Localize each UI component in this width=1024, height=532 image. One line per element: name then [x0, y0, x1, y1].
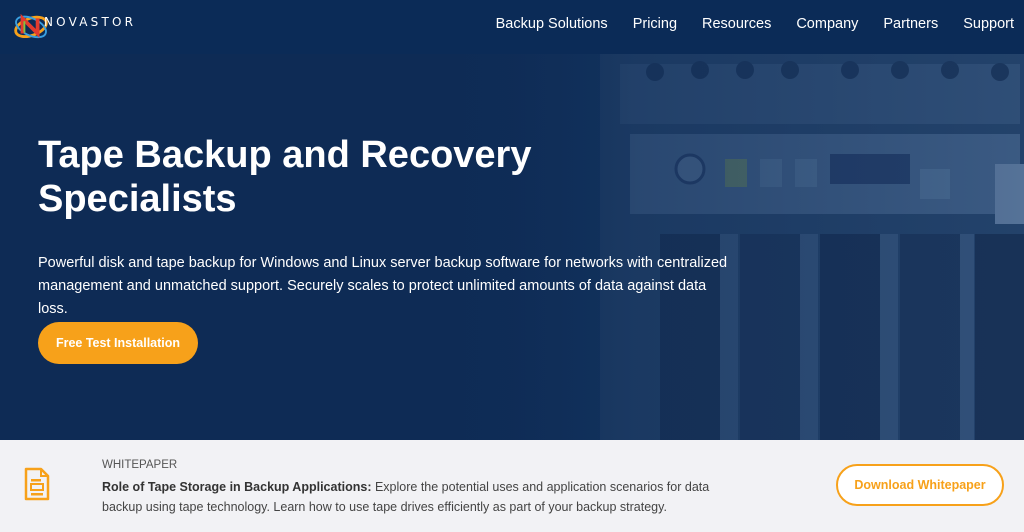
whitepaper-label: WHITEPAPER [102, 459, 178, 471]
site-header: NOVASTOR Backup Solutions Pricing Resour… [0, 0, 1024, 54]
hero-section: Tape Backup and Recovery Specialists Pow… [0, 54, 1024, 440]
hero-overlay [0, 54, 1024, 440]
main-nav: Backup Solutions Pricing Resources Compa… [471, 0, 1014, 48]
whitepaper-banner: WHITEPAPER Role of Tape Storage in Backu… [0, 440, 1024, 532]
hero-title: Tape Backup and Recovery Specialists [38, 134, 532, 220]
brand-name: NOVASTOR [44, 15, 137, 29]
nav-partners[interactable]: Partners [883, 16, 938, 32]
nav-support[interactable]: Support [963, 16, 1014, 32]
hero-description: Powerful disk and tape backup for Window… [38, 255, 728, 317]
nav-company[interactable]: Company [796, 16, 858, 32]
free-test-installation-button[interactable]: Free Test Installation [38, 322, 198, 364]
download-whitepaper-button[interactable]: Download Whitepaper [836, 464, 1004, 506]
nav-backup-solutions[interactable]: Backup Solutions [496, 16, 608, 32]
nav-resources[interactable]: Resources [702, 16, 771, 32]
brand-logo[interactable]: NOVASTOR [12, 8, 162, 42]
nav-pricing[interactable]: Pricing [633, 16, 677, 32]
whitepaper-title: Role of Tape Storage in Backup Applicati… [102, 480, 372, 494]
whitepaper-text: Role of Tape Storage in Backup Applicati… [102, 477, 752, 517]
document-icon [24, 467, 50, 501]
